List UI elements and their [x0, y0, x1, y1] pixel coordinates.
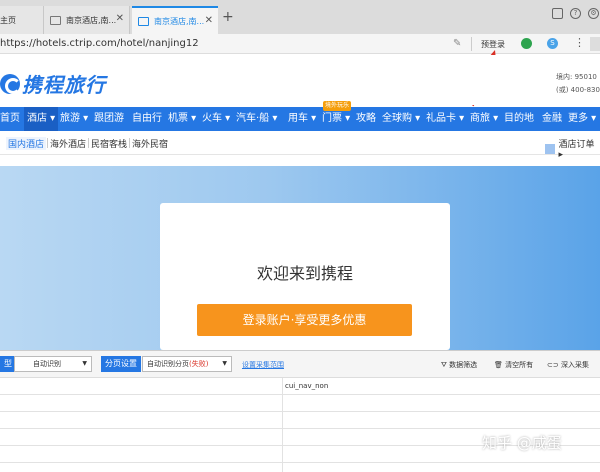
tab-label: 南京酒店,南... [66, 15, 117, 25]
nav-item-train[interactable]: 火车 ▾ [202, 107, 230, 131]
collected-data-table: cui_nav_non [0, 378, 600, 472]
type-select[interactable]: 自动识别 ▼ [14, 356, 92, 372]
clear-label: 清空所有 [505, 361, 534, 369]
page-icon [138, 16, 149, 26]
paging-status: (失败) [189, 360, 209, 368]
close-icon[interactable]: ✕ [205, 15, 213, 26]
table-row[interactable] [0, 412, 600, 429]
trash-icon: 🗑 [494, 361, 506, 369]
help-icon[interactable]: ? [570, 8, 581, 19]
subnav-item-overseas[interactable]: 海外酒店 [50, 137, 86, 150]
type-select-value: 自动识别 [33, 360, 61, 368]
sidebar-toggle[interactable] [590, 37, 600, 51]
divider [88, 138, 89, 148]
logo-text: 携程旅行 [22, 73, 106, 97]
url-input[interactable]: https://hotels.ctrip.com/hotel/nanjing12 [0, 38, 199, 49]
browser-tab-bar: 主页 南京酒店,南... ✕ 南京酒店,南... ✕ + ? ⚙ [0, 0, 600, 34]
paging-label: 分页设置 [101, 356, 141, 372]
login-button[interactable]: 登录账户·享受更多优惠 [197, 304, 412, 336]
chevron-down-icon: ▼ [222, 360, 227, 367]
table-row[interactable] [0, 395, 600, 412]
pencil-icon[interactable]: ✎ [453, 38, 461, 49]
page-icon [50, 15, 61, 25]
nav-item-home[interactable]: 首页 [0, 107, 20, 131]
main-nav: 首页 酒店 ▾ 旅游 ▾ 跟团游 自由行 机票 ▾ 火车 ▾ 汽车·船 ▾ 用车… [0, 107, 600, 131]
pre-login-button[interactable]: 预登录 [481, 39, 505, 50]
filter-label: 数据筛选 [449, 361, 478, 369]
nav-item-global-shop[interactable]: 全球购 ▾ [382, 107, 420, 131]
tab-label: 南京酒店,南... [154, 16, 205, 26]
close-icon[interactable]: ✕ [116, 13, 124, 24]
tab-nanjing-hotel-2[interactable]: 南京酒店,南... ✕ [132, 6, 218, 34]
column-divider [282, 378, 283, 472]
login-modal: 欢迎来到携程 登录账户·享受更多优惠 [160, 203, 450, 350]
new-tab-plus-icon[interactable]: + [222, 9, 234, 25]
chevron-down-icon: ▼ [82, 360, 87, 367]
divider [129, 138, 130, 148]
more-menu-icon[interactable]: ⋮ [574, 36, 585, 49]
tab-home[interactable]: 主页 [0, 6, 44, 34]
filter-icon: ⛛ [441, 361, 450, 369]
nav-item-finance[interactable]: 金融 [542, 107, 562, 131]
link-icon: ⊂⊃ [547, 361, 561, 369]
settings-icon[interactable]: ⚙ [588, 8, 599, 19]
site-header: 携程旅行 境内: 95010 (或) 400-830-6666 [0, 55, 600, 105]
deep-collect-button[interactable]: ⊂⊃ 深入采集 [547, 360, 589, 370]
nav-item-guides[interactable]: 攻略 [356, 107, 376, 131]
nav-item-bus-ship[interactable]: 汽车·船 ▾ [236, 107, 277, 131]
hotline: 境内: 95010 (或) 400-830-6666 [556, 71, 600, 97]
collector-toolbar: 型 自动识别 ▼ 分页设置 自动识别分页(失败) ▼ 设置采集范围 ⛛ 数据筛选… [0, 350, 600, 378]
hotline-domestic: 境内: 95010 [556, 73, 597, 81]
nav-item-business[interactable]: 商旅 ▾ [470, 107, 498, 131]
table-header-row: cui_nav_non [0, 378, 600, 395]
nav-badge: 境外玩乐 [323, 101, 351, 111]
hotline-alt: (或) 400-830-6666 [556, 86, 600, 94]
gift-icon[interactable] [552, 8, 563, 19]
blue-extension-icon[interactable]: S [547, 38, 558, 49]
subnav-item-overseas-homestay[interactable]: 海外民宿 [132, 137, 168, 150]
hotel-order-link[interactable]: 酒店订单 ▸ [545, 137, 600, 160]
subnav-item-domestic[interactable]: 国内酒店 [6, 137, 47, 150]
modal-title: 欢迎来到携程 [256, 264, 353, 283]
column-header[interactable]: cui_nav_non [285, 382, 328, 390]
nav-item-hotel[interactable]: 酒店 ▾ [24, 107, 59, 131]
zhihu-watermark: 知乎 @咸蛋 [482, 434, 562, 452]
order-icon [545, 143, 555, 154]
nav-item-destinations[interactable]: 目的地 [504, 107, 534, 131]
paging-select[interactable]: 自动识别分页(失败) ▼ [142, 356, 232, 372]
divider [47, 138, 48, 148]
nav-item-travel[interactable]: 旅游 ▾ [60, 107, 88, 131]
nav-item-flights[interactable]: 机票 ▾ [168, 107, 196, 131]
paging-select-value: 自动识别分页 [147, 360, 189, 368]
order-link-label: 酒店订单 ▸ [558, 140, 595, 160]
nav-item-gift-card[interactable]: 礼品卡 ▾ [426, 107, 464, 131]
set-range-link[interactable]: 设置采集范围 [242, 360, 284, 370]
clear-all-button[interactable]: 🗑 清空所有 [494, 360, 533, 370]
filter-button[interactable]: ⛛ 数据筛选 [441, 360, 477, 370]
tab-nanjing-hotel-1[interactable]: 南京酒店,南... ✕ [44, 6, 130, 34]
logo-mark-icon [0, 73, 21, 94]
nav-item-car[interactable]: 用车 ▾ [288, 107, 316, 131]
deep-collect-label: 深入采集 [560, 361, 589, 369]
tab-label: 主页 [0, 15, 16, 25]
green-extension-icon[interactable] [521, 38, 532, 49]
nav-item-more[interactable]: 更多 ▾ [568, 107, 596, 131]
subnav-item-homestay[interactable]: 民宿客栈 [91, 137, 127, 150]
sub-nav: 国内酒店 海外酒店 民宿客栈 海外民宿 酒店订单 ▸ [0, 131, 600, 160]
nav-item-free-travel[interactable]: 自由行 [132, 107, 162, 131]
nav-item-group-tour[interactable]: 跟团游 [94, 107, 124, 131]
address-bar: https://hotels.ctrip.com/hotel/nanjing12… [0, 34, 600, 54]
ctrip-logo[interactable]: 携程旅行 [0, 69, 106, 98]
divider [471, 37, 472, 51]
